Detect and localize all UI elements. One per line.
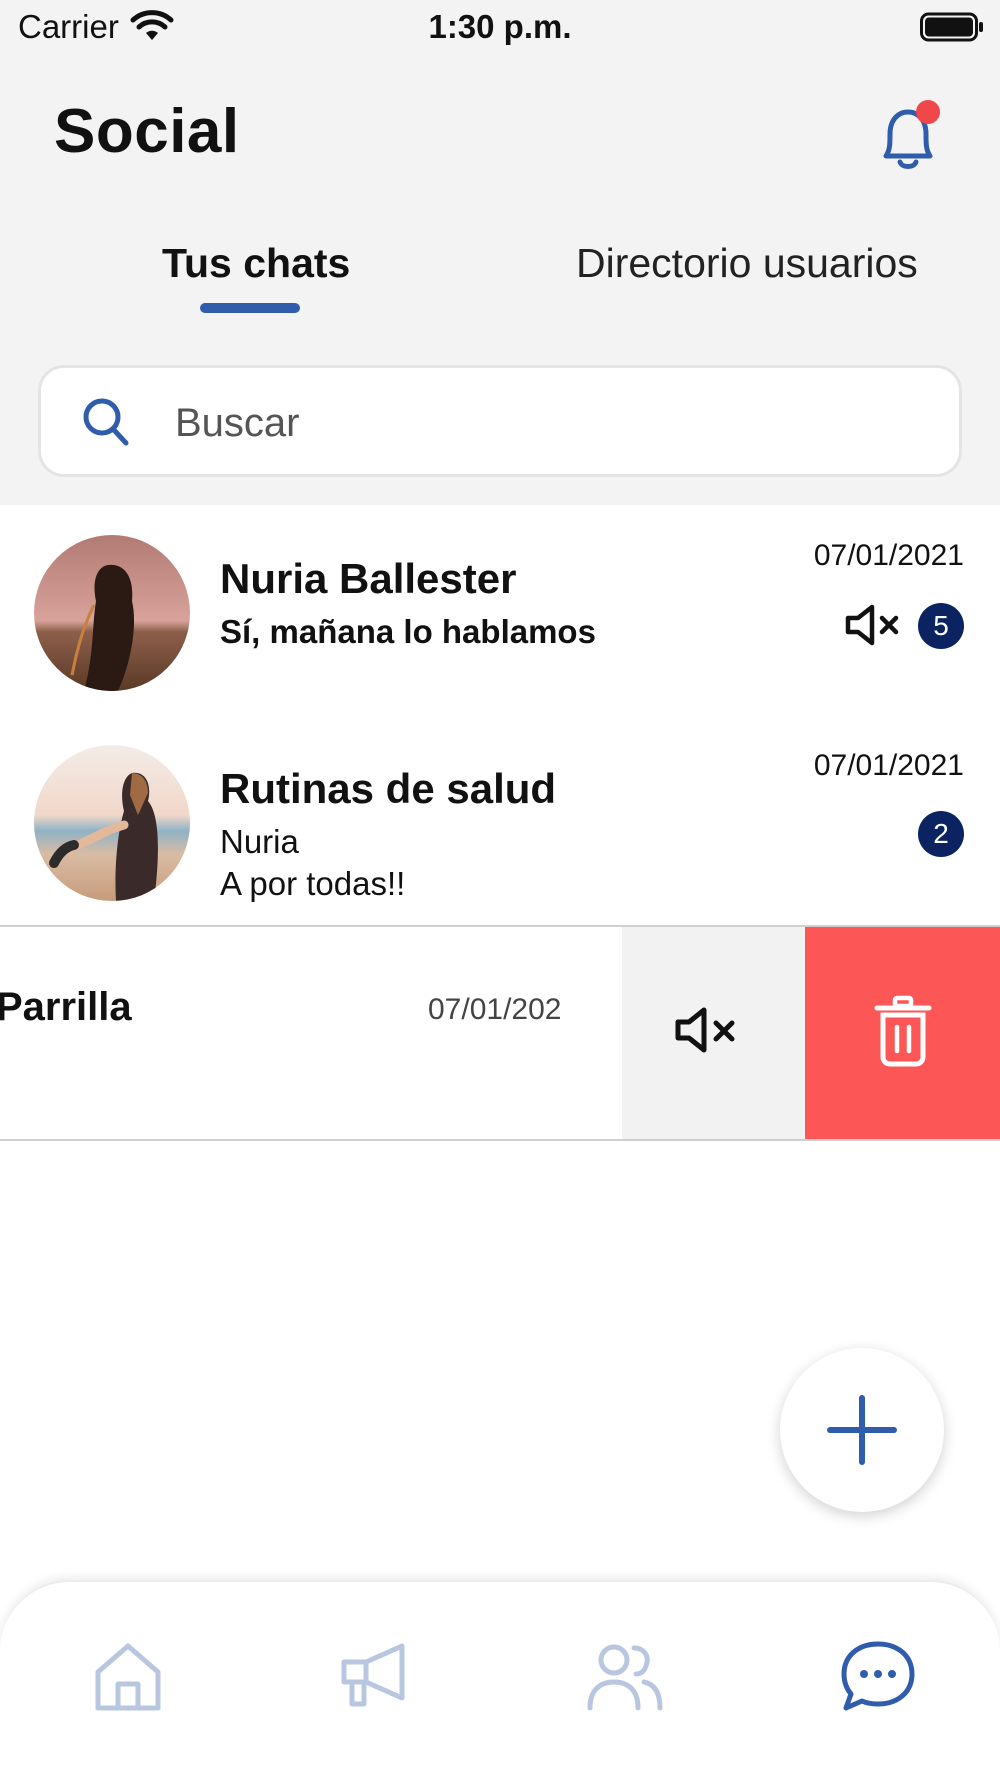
notifications-bell-icon[interactable] — [872, 96, 944, 176]
mute-chat-button[interactable] — [622, 927, 805, 1139]
home-icon — [95, 1643, 161, 1711]
delete-chat-button[interactable] — [805, 927, 1000, 1139]
tab-your-chats[interactable]: Tus chats — [162, 240, 350, 287]
chat-last-message: Sí, mañana lo hablamos — [220, 613, 596, 650]
battery-icon — [920, 12, 983, 42]
users-icon — [587, 1644, 663, 1711]
chat-name: Rutinas de salud — [220, 765, 557, 812]
search-icon — [83, 398, 129, 446]
nav-announcements[interactable] — [336, 1638, 416, 1714]
chat-row-swiped[interactable]: Parrilla 07/01/202 — [0, 927, 1000, 1141]
chat-date: 07/01/2021 — [813, 749, 964, 782]
chat-date: 07/01/2021 — [813, 539, 964, 572]
chat-row[interactable]: Rutinas de salud Nuria A por todas!! 07/… — [0, 715, 1000, 927]
megaphone-icon — [341, 1643, 405, 1707]
avatar — [34, 745, 190, 901]
page-title: Social — [54, 97, 240, 166]
chat-last-message: A por todas!! — [220, 865, 406, 902]
chat-row[interactable]: Nuria Ballester Sí, mañana lo hablamos 0… — [0, 505, 1000, 717]
trash-icon — [874, 995, 932, 1067]
tab-user-directory[interactable]: Directorio usuarios — [576, 240, 918, 287]
search-input[interactable] — [175, 388, 915, 458]
nav-users[interactable] — [584, 1638, 664, 1714]
avatar — [34, 535, 190, 691]
nav-home[interactable] — [88, 1638, 168, 1714]
status-bar: Carrier 1:30 p.m. — [0, 0, 1000, 60]
unread-badge: 5 — [918, 603, 964, 649]
chat-date: 07/01/202 — [428, 993, 562, 1026]
active-tab-indicator — [200, 303, 300, 313]
notification-dot — [916, 100, 940, 124]
muted-icon — [845, 604, 899, 646]
bottom-navigation — [0, 1580, 1000, 1778]
plus-icon — [827, 1395, 897, 1465]
nav-chat[interactable] — [838, 1638, 918, 1714]
chat-name: Parrilla — [0, 985, 132, 1029]
clock: 1:30 p.m. — [428, 8, 572, 45]
unread-badge: 2 — [918, 811, 964, 857]
chat-icon — [841, 1641, 915, 1711]
chat-sender: Nuria — [220, 823, 299, 860]
mute-icon — [675, 1007, 735, 1053]
chat-name: Nuria Ballester — [220, 555, 517, 602]
new-chat-button[interactable] — [780, 1348, 944, 1512]
search-bar[interactable] — [38, 365, 962, 477]
